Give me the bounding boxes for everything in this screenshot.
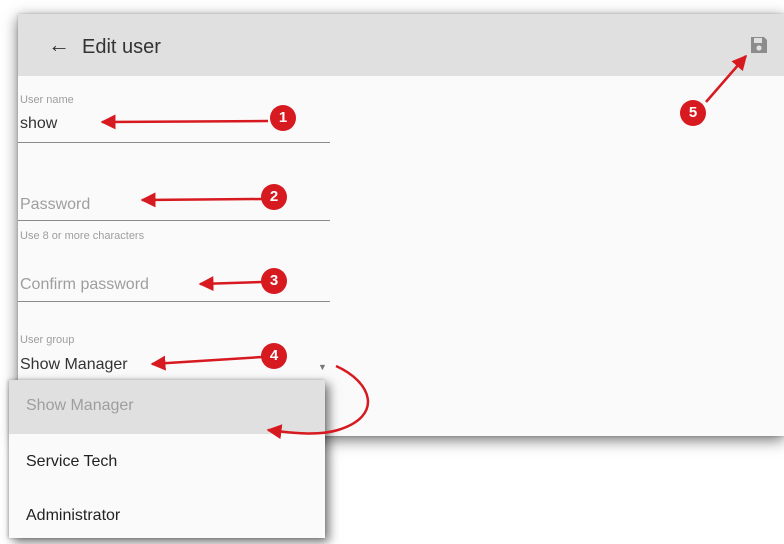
callout-3-badge: 3	[261, 268, 287, 294]
callout-4-curve-arrow	[266, 364, 370, 440]
callout-1-arrow	[100, 114, 269, 130]
callout-2-badge: 2	[261, 184, 287, 210]
callout-5-badge: 5	[680, 100, 706, 126]
callout-arrows	[100, 54, 747, 440]
callout-4-badge: 4	[261, 343, 287, 369]
callout-5-arrow	[705, 54, 747, 103]
callout-1-badge: 1	[270, 105, 296, 131]
callout-2-arrow	[140, 192, 263, 208]
callout-4-arrow	[150, 355, 263, 371]
callout-3-arrow	[198, 276, 263, 292]
